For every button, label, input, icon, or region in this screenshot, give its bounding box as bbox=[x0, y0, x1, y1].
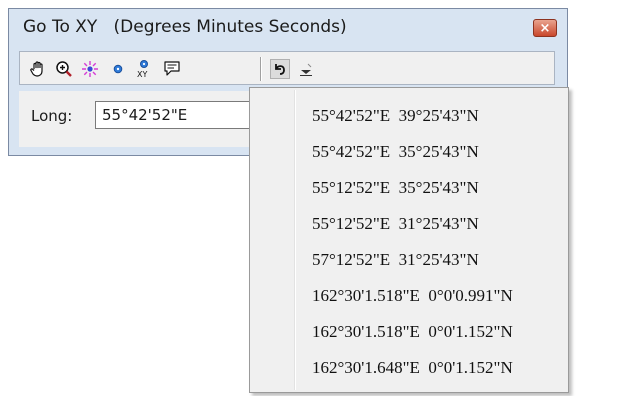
close-icon: × bbox=[539, 20, 551, 36]
recent-location-item[interactable]: 57°12'52"E 31°25'43"N bbox=[312, 245, 479, 275]
longitude-label: Long: bbox=[31, 107, 73, 125]
recent-location-item[interactable]: 162°30'1.518"E 0°0'1.152"N bbox=[312, 317, 513, 347]
recent-locations-icon[interactable] bbox=[270, 59, 290, 79]
add-callout-icon[interactable] bbox=[162, 59, 182, 79]
add-labeled-point-icon[interactable]: XY bbox=[134, 59, 154, 79]
recent-locations-menu: 55°42'52"E 39°25'43"N 55°42'52"E 35°25'4… bbox=[249, 87, 569, 393]
recent-location-item[interactable]: 55°12'52"E 35°25'43"N bbox=[312, 173, 479, 203]
svg-text:XY: XY bbox=[137, 70, 147, 79]
toolbar: XY bbox=[19, 51, 555, 85]
title-bar[interactable]: Go To XY (Degrees Minutes Seconds) × bbox=[9, 9, 567, 45]
menu-gutter bbox=[294, 90, 296, 390]
toolbar-separator bbox=[260, 57, 261, 81]
zoom-to-icon[interactable] bbox=[54, 59, 74, 79]
close-button[interactable]: × bbox=[533, 19, 557, 37]
recent-location-item[interactable]: 162°30'1.518"E 0°0'0.991"N bbox=[312, 281, 513, 311]
pan-icon[interactable] bbox=[28, 59, 48, 79]
add-point-icon[interactable] bbox=[108, 59, 128, 79]
dropdown-arrow-icon[interactable] bbox=[296, 59, 316, 79]
recent-location-item[interactable]: 55°42'52"E 39°25'43"N bbox=[312, 101, 479, 131]
recent-location-item[interactable]: 55°42'52"E 35°25'43"N bbox=[312, 137, 479, 167]
flash-icon[interactable] bbox=[80, 59, 100, 79]
recent-location-item[interactable]: 55°12'52"E 31°25'43"N bbox=[312, 209, 479, 239]
recent-location-item[interactable]: 162°30'1.648"E 0°0'1.152"N bbox=[312, 353, 513, 383]
window-title: Go To XY (Degrees Minutes Seconds) bbox=[23, 17, 347, 37]
